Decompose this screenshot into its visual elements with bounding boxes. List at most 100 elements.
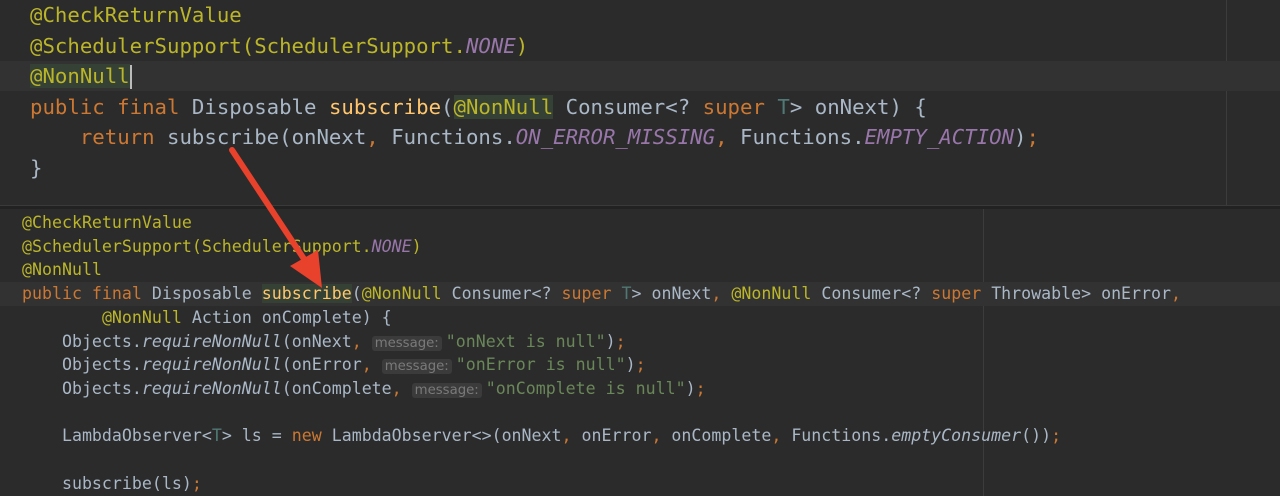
code-token: Action onComplete) {	[181, 307, 392, 327]
code-token: ,	[715, 125, 740, 149]
code-token: Consumer<?	[811, 284, 932, 304]
code-token: LambdaObserver<>(onNext	[331, 426, 562, 446]
code-token: LambdaObserver<	[22, 426, 212, 446]
code-token: ON_ERROR_MISSING	[515, 125, 716, 149]
code-token: }	[30, 155, 43, 180]
code-token: ,	[711, 284, 732, 304]
code-token: @NonNull	[453, 94, 554, 119]
code-line[interactable]: LambdaObserver<T> ls = new LambdaObserve…	[0, 424, 1280, 448]
code-token: > onNext) {	[789, 94, 927, 119]
code-token: Objects.	[22, 331, 142, 351]
code-token: )	[605, 331, 616, 351]
code-token: (onComplete	[281, 378, 392, 398]
code-token: ,	[1171, 284, 1182, 304]
code-token: onError	[581, 426, 652, 446]
code-line[interactable]	[0, 448, 1280, 472]
code-token: @SchedulerSupport(SchedulerSupport.	[30, 33, 466, 58]
code-token: subscribe	[328, 94, 442, 119]
code-line[interactable]: public final Disposable subscribe(@NonNu…	[0, 92, 1280, 122]
code-token: > onNext	[631, 284, 712, 304]
code-token: requireNonNull	[141, 355, 282, 375]
code-token: )	[1014, 125, 1027, 149]
parameter-hint: message:	[371, 335, 442, 351]
code-line[interactable]: @CheckReturnValue	[0, 0, 1280, 30]
code-token: public final	[22, 284, 152, 304]
code-token: ,	[391, 378, 412, 398]
code-line[interactable]: public final Disposable subscribe(@NonNu…	[0, 282, 1280, 306]
code-line[interactable]	[0, 401, 1280, 425]
code-token: > ls =	[221, 426, 292, 446]
code-line[interactable]: @NonNull Action onComplete) {	[0, 306, 1280, 330]
code-token: @NonNull	[101, 307, 182, 327]
code-token: (onError	[281, 355, 362, 375]
code-token: ;	[1051, 426, 1062, 446]
code-token: subscribe(ls)	[22, 473, 192, 493]
code-token: @CheckReturnValue	[22, 213, 192, 232]
code-token: (	[351, 284, 362, 304]
code-token: EMPTY_ACTION	[864, 125, 1015, 149]
code-token: ;	[635, 355, 646, 375]
code-line[interactable]: }	[0, 153, 1280, 183]
code-token: ;	[191, 473, 202, 493]
code-line[interactable]: @NonNull	[0, 258, 1280, 282]
code-token: T	[777, 94, 790, 119]
code-token: ,	[361, 355, 382, 375]
code-token: "onError is null"	[455, 355, 626, 375]
code-token: subscribe	[261, 284, 352, 304]
code-token: "onComplete is null"	[485, 378, 686, 398]
code-line[interactable]: Objects.requireNonNull(onNext, message: "…	[0, 330, 1280, 354]
code-line[interactable]: @CheckReturnValue	[0, 211, 1280, 235]
code-token: requireNonNull	[141, 378, 282, 398]
code-token: Disposable	[191, 94, 329, 119]
code-token: onComplete	[671, 426, 772, 446]
top-code-editor[interactable]: @CheckReturnValue @SchedulerSupport(Sched…	[0, 0, 1280, 206]
code-line[interactable]: @SchedulerSupport(SchedulerSupport.NONE)	[0, 31, 1280, 61]
parameter-hint: message:	[411, 382, 482, 398]
code-token: public final	[30, 94, 192, 119]
code-token: Objects.	[22, 355, 142, 375]
code-token: ,	[351, 331, 372, 351]
code-line[interactable]: return subscribe(onNext, Functions.ON_ER…	[0, 122, 1280, 152]
code-token: ,	[366, 125, 392, 149]
code-token: NONE	[371, 236, 412, 256]
code-token: T	[621, 284, 632, 304]
code-token: ;	[1026, 125, 1039, 149]
code-line[interactable]: Objects.requireNonNull(onComplete, messa…	[0, 377, 1280, 401]
code-line[interactable]: subscribe(ls);	[0, 472, 1280, 496]
code-line[interactable]: @SchedulerSupport(SchedulerSupport.NONE)	[0, 235, 1280, 259]
code-token: Functions.	[739, 125, 865, 149]
code-token: emptyConsumer	[891, 426, 1022, 446]
code-token: Consumer<?	[553, 94, 703, 119]
code-token: subscribe(onNext	[167, 125, 367, 149]
code-token: super	[702, 94, 778, 119]
code-token: return	[79, 125, 168, 149]
code-token: @NonNull	[22, 260, 102, 280]
panel-divider	[0, 205, 1280, 209]
text-caret	[129, 65, 132, 89]
code-token: Disposable	[151, 284, 262, 304]
code-line[interactable]: Objects.requireNonNull(onError, message:…	[0, 353, 1280, 377]
code-token: NONE	[465, 33, 516, 58]
code-token: (onNext	[281, 331, 352, 351]
code-token: Objects.	[22, 378, 142, 398]
code-token: )	[685, 378, 696, 398]
code-line[interactable]: @NonNull	[0, 61, 1280, 91]
code-token: )	[411, 236, 422, 256]
code-token: @SchedulerSupport(SchedulerSupport.	[22, 236, 372, 256]
code-token: Consumer<?	[441, 284, 562, 304]
code-token: ())	[1021, 426, 1052, 446]
code-token: @NonNull	[731, 284, 812, 304]
code-token: @CheckReturnValue	[30, 3, 242, 27]
code-token: super	[931, 284, 992, 304]
code-token: Functions.	[391, 125, 516, 149]
code-token: @NonNull	[361, 284, 442, 304]
code-token: Throwable> onError	[991, 284, 1172, 304]
code-token: ,	[651, 426, 672, 446]
code-token: (	[441, 94, 454, 119]
bottom-code-editor[interactable]: @CheckReturnValue @SchedulerSupport(Sched…	[0, 208, 1280, 496]
code-token: )	[515, 33, 529, 58]
code-token: @NonNull	[30, 64, 130, 88]
parameter-hint: message:	[381, 359, 452, 375]
